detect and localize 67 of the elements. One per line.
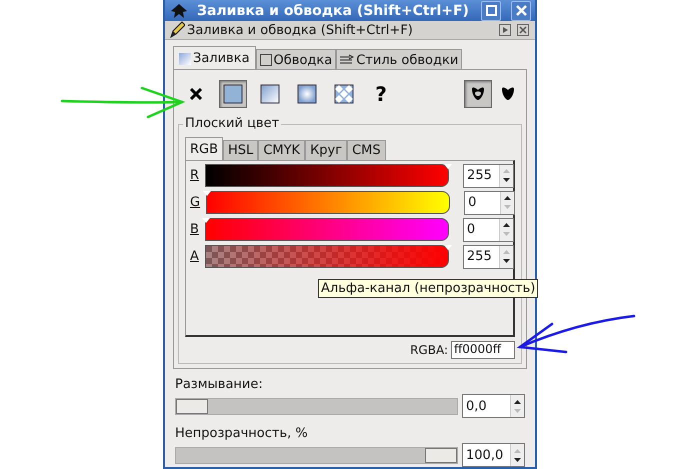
tab[interactable]: CMYK bbox=[258, 140, 306, 160]
tab[interactable]: Заливка bbox=[173, 46, 256, 70]
play-icon bbox=[499, 24, 511, 36]
spin-down-icon[interactable] bbox=[502, 258, 511, 264]
spin-field[interactable]: 0 bbox=[464, 190, 516, 214]
color-slider[interactable] bbox=[204, 218, 449, 241]
slider-track[interactable] bbox=[175, 446, 458, 464]
linear-gradient-icon bbox=[260, 84, 280, 104]
tab[interactable]: Круг bbox=[305, 140, 348, 160]
radial-gradient-icon bbox=[297, 84, 317, 104]
slider-label: Непрозрачность, % bbox=[175, 426, 309, 441]
slider-marker[interactable] bbox=[202, 218, 210, 223]
panel-title: Заливка и обводка (Shift+Ctrl+F) bbox=[187, 22, 414, 38]
spin-field[interactable]: 0 bbox=[462, 218, 514, 242]
slider-marker[interactable] bbox=[444, 245, 452, 250]
slider-marker[interactable] bbox=[444, 164, 452, 169]
maximize-icon bbox=[486, 5, 496, 16]
channel-label: A bbox=[190, 249, 199, 264]
channel-label: R bbox=[190, 168, 200, 183]
cross-icon bbox=[190, 88, 202, 100]
rgba-field[interactable]: ff0000ff bbox=[451, 341, 515, 359]
tab[interactable]: CMS bbox=[347, 140, 386, 160]
tab[interactable]: HSL bbox=[223, 140, 258, 160]
tab[interactable]: Стиль обводки bbox=[336, 49, 462, 70]
slider-thumb[interactable] bbox=[425, 448, 457, 462]
spin-field[interactable]: 0,0 bbox=[462, 394, 525, 418]
close-icon bbox=[517, 24, 529, 36]
slider-marker[interactable] bbox=[203, 191, 212, 196]
tooltip: Альфа-канал (непрозрачность) bbox=[318, 279, 538, 298]
channel-label: G bbox=[190, 195, 200, 210]
spin-down-icon[interactable] bbox=[502, 177, 512, 183]
frame-title: Плоский цвет bbox=[183, 116, 282, 131]
rgba-label: RGBA: bbox=[410, 343, 448, 357]
channel-label: B bbox=[190, 222, 199, 237]
window-title: Заливка и обводка (Shift+Ctrl+F) bbox=[197, 2, 470, 18]
color-slider[interactable] bbox=[205, 164, 450, 187]
color-slider[interactable] bbox=[206, 191, 450, 214]
spin-down-icon[interactable] bbox=[513, 456, 522, 462]
slider-thumb[interactable] bbox=[176, 398, 208, 414]
nonzero-icon bbox=[501, 87, 515, 101]
tab[interactable]: Обводка bbox=[256, 49, 336, 70]
maximize-button[interactable] bbox=[481, 0, 501, 20]
color-slider[interactable] bbox=[204, 245, 449, 268]
fill-mode-button[interactable]: ? bbox=[367, 80, 395, 108]
fill-rule-button[interactable] bbox=[464, 80, 492, 108]
spin-field[interactable]: 255 bbox=[463, 164, 514, 188]
spin-up-icon[interactable] bbox=[503, 195, 512, 201]
close-button[interactable] bbox=[515, 22, 531, 38]
app-icon bbox=[171, 4, 187, 18]
pattern-icon bbox=[334, 84, 354, 104]
spin-field[interactable]: 100,0 bbox=[462, 443, 525, 467]
stroke-icon bbox=[260, 54, 272, 66]
close-button[interactable] bbox=[511, 0, 531, 20]
spin-up-icon[interactable] bbox=[502, 222, 511, 228]
evenodd-icon bbox=[471, 87, 485, 101]
close-icon bbox=[516, 5, 526, 16]
pencil-icon bbox=[169, 21, 185, 39]
spin-field[interactable]: 255 bbox=[462, 244, 514, 268]
slider-label: Размывание: bbox=[175, 377, 264, 392]
flat-swatch-icon bbox=[223, 84, 243, 104]
tab[interactable]: RGB bbox=[185, 137, 224, 160]
slider-track[interactable] bbox=[175, 398, 458, 414]
spin-up-icon[interactable] bbox=[513, 398, 522, 404]
play-button[interactable] bbox=[497, 22, 513, 38]
fill-mode-button[interactable] bbox=[219, 80, 247, 108]
stroke-style-icon bbox=[340, 54, 354, 66]
fill-icon bbox=[179, 52, 191, 64]
